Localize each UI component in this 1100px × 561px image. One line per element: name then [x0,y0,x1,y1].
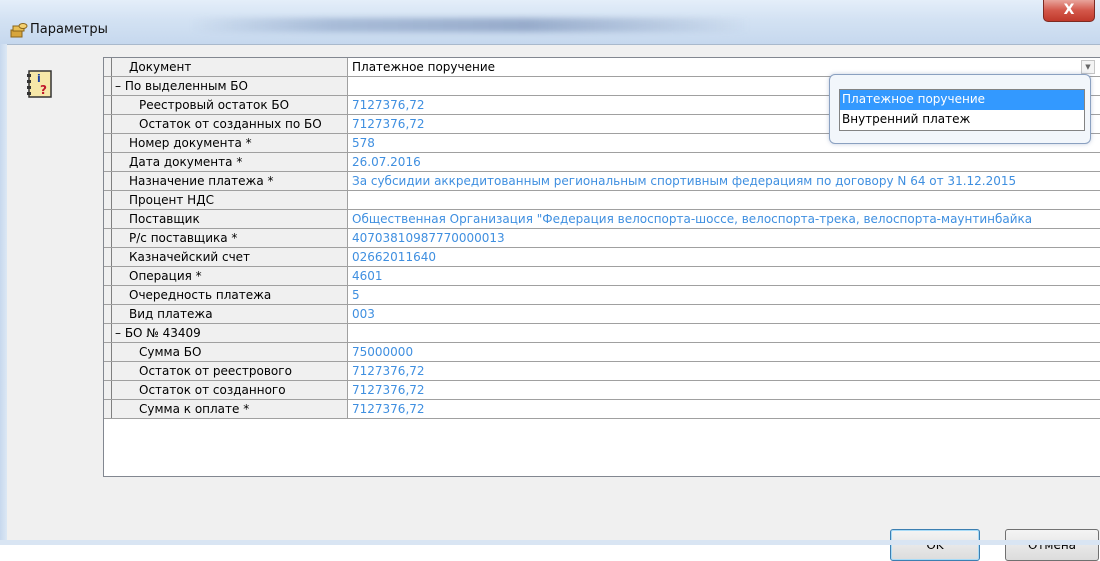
row-indicator [104,267,112,286]
property-name: Операция * [112,267,348,286]
property-name[interactable]: – БО № 43409 [112,324,348,343]
window-frame-left [0,44,7,545]
property-value[interactable]: 40703810987770000013 [348,229,1100,248]
property-value-text: 4601 [352,269,383,283]
property-name: Назначение платежа * [112,172,348,191]
grid-row[interactable]: Операция * 4601 [104,267,1100,286]
property-value-text: 75000000 [352,345,413,359]
property-value-text: 40703810987770000013 [352,231,505,245]
property-value[interactable] [348,324,1100,343]
property-value[interactable]: 4601 [348,267,1100,286]
grid-group-row[interactable]: – БО № 43409 [104,324,1100,343]
window-title: Параметры [30,22,108,37]
property-value-text: За субсидии аккредитованным региональным… [352,174,1016,188]
property-name[interactable]: – По выделенным БО [112,77,348,96]
property-value[interactable]: За субсидии аккредитованным региональным… [348,172,1100,191]
property-name: Дата документа * [112,153,348,172]
dropdown-option[interactable]: Внутренний платеж [840,110,1084,130]
dropdown-option[interactable]: Платежное поручение [840,90,1084,110]
property-value[interactable]: 5 [348,286,1100,305]
row-indicator [104,286,112,305]
ok-button[interactable]: OK [890,529,980,561]
row-indicator [104,229,112,248]
grid-row[interactable]: Сумма БО 75000000 [104,343,1100,362]
property-name: Сумма БО [112,343,348,362]
property-name: Остаток от реестрового [112,362,348,381]
row-indicator [104,77,112,96]
grid-row[interactable]: Вид платежа 003 [104,305,1100,324]
property-value-text: 578 [352,136,375,150]
property-name: Очередность платежа [112,286,348,305]
grid-row[interactable]: Процент НДС [104,191,1100,210]
property-value-text: 7127376,72 [352,364,425,378]
property-name: Документ [112,58,348,77]
property-value-text: 7127376,72 [352,98,425,112]
svg-text:?: ? [40,83,47,97]
property-name: Остаток от созданных по БО [112,115,348,134]
grid-row[interactable]: Поставщик Общественная Организация "Федер… [104,210,1100,229]
property-value[interactable]: 02662011640 [348,248,1100,267]
property-value-text: 003 [352,307,375,321]
property-value[interactable]: 7127376,72 [348,400,1100,419]
row-indicator [104,305,112,324]
property-value[interactable]: 7127376,72 [348,362,1100,381]
property-name: Сумма к оплате * [112,400,348,419]
property-value[interactable] [348,191,1100,210]
row-indicator [104,381,112,400]
combo-dropdown-icon[interactable]: ▼ [1081,60,1095,74]
row-indicator [104,134,112,153]
row-indicator [104,96,112,115]
row-indicator [104,115,112,134]
grid-row[interactable]: Очередность платежа 5 [104,286,1100,305]
grid-row[interactable]: Сумма к оплате * 7127376,72 [104,400,1100,419]
property-value-text: Общественная Организация "Федерация вело… [352,212,1032,226]
property-value-text: 7127376,72 [352,402,425,416]
property-value-text: 7127376,72 [352,383,425,397]
property-name: Казначейский счет [112,248,348,267]
row-indicator [104,362,112,381]
property-value-text: 26.07.2016 [352,155,421,169]
property-value[interactable]: 003 [348,305,1100,324]
info-help-icon: i ? [27,69,53,99]
property-value-text: 02662011640 [352,250,436,264]
grid-row[interactable]: Казначейский счет 02662011640 [104,248,1100,267]
property-name: Вид платежа [112,305,348,324]
grid-row[interactable]: Остаток от созданного 7127376,72 [104,381,1100,400]
grid-row[interactable]: Дата документа * 26.07.2016 [104,153,1100,172]
close-button[interactable]: X [1043,0,1095,22]
property-name: Р/с поставщика * [112,229,348,248]
property-name: Остаток от созданного [112,381,348,400]
row-indicator [104,324,112,343]
row-indicator [104,248,112,267]
row-indicator [104,191,112,210]
cancel-button[interactable]: Отмена [1005,529,1099,561]
property-name: Процент НДС [112,191,348,210]
grid-row[interactable]: Остаток от реестрового 7127376,72 [104,362,1100,381]
property-value[interactable]: 75000000 [348,343,1100,362]
grid-row[interactable]: Р/с поставщика * 40703810987770000013 [104,229,1100,248]
property-name: Поставщик [112,210,348,229]
dropdown-list[interactable]: Платежное поручение Внутренний платеж [839,89,1085,131]
property-value-text: 5 [352,288,360,302]
row-indicator [104,343,112,362]
app-coins-icon [10,21,28,39]
property-value-text: 7127376,72 [352,117,425,131]
property-value[interactable]: Общественная Организация "Федерация вело… [348,210,1100,229]
title-bar-background-blur [190,18,750,32]
property-value[interactable]: 26.07.2016 [348,153,1100,172]
property-value-text: Платежное поручение [352,60,495,74]
row-indicator [104,153,112,172]
property-value[interactable]: 7127376,72 [348,381,1100,400]
grid-row[interactable]: Назначение платежа * За субсидии аккредит… [104,172,1100,191]
row-indicator [104,172,112,191]
property-name: Реестровый остаток БО [112,96,348,115]
title-bar[interactable]: Параметры X [0,0,1100,44]
row-indicator [104,400,112,419]
window-frame-bottom [0,540,1100,545]
property-name: Номер документа * [112,134,348,153]
close-icon: X [1064,2,1075,18]
row-indicator [104,58,112,77]
row-indicator [104,210,112,229]
document-type-dropdown[interactable]: Платежное поручение Внутренний платеж [829,74,1091,144]
